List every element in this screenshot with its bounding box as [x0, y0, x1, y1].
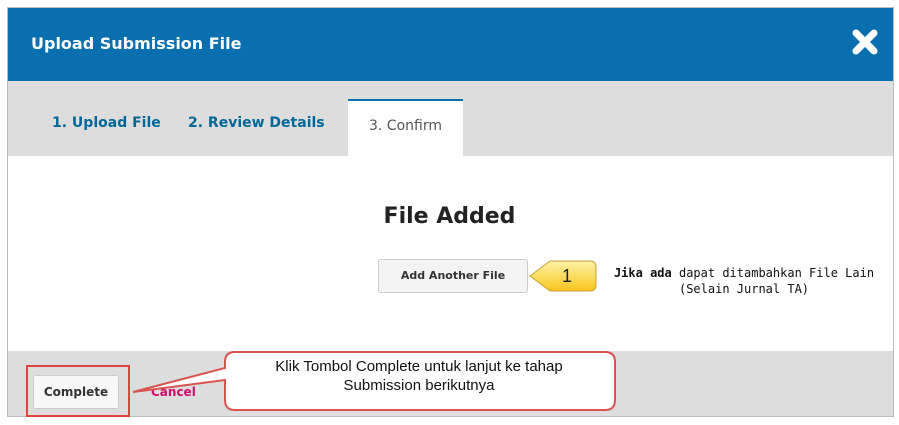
tab-review-details[interactable]: 2. Review Details	[188, 115, 325, 131]
tabs-bar: 1. Upload File 2. Review Details 3. Conf…	[8, 81, 893, 156]
annotation-note: Jika ada dapat ditambahkan File Lain (Se…	[601, 265, 887, 297]
dialog-title: Upload Submission File	[31, 34, 242, 53]
annotation-note-line2: (Selain Jurnal TA)	[678, 282, 810, 296]
annotation-note-line1: Jika ada dapat ditambahkan File Lain	[601, 265, 887, 281]
callout-bubble-text: Klik Tombol Complete untuk lanjut ke tah…	[223, 357, 615, 395]
add-another-file-button[interactable]: Add Another File	[378, 259, 528, 293]
callout-line-1: Klik Tombol Complete untuk lanjut ke tah…	[275, 358, 563, 375]
complete-button[interactable]: Complete	[33, 375, 119, 409]
callout-marker-number: 1	[562, 266, 573, 286]
tab-upload-file[interactable]: 1. Upload File	[52, 115, 161, 131]
dialog-header: Upload Submission File	[8, 8, 893, 81]
tab-confirm[interactable]: 3. Confirm	[348, 99, 463, 156]
close-x-icon[interactable]	[851, 28, 879, 56]
annotation-note-rest: dapat ditambahkan File Lain	[671, 266, 875, 280]
callout-line-2: Submission berikutnya	[343, 377, 495, 394]
page-heading: File Added	[383, 204, 516, 229]
annotation-note-bold: Jika ada	[613, 266, 672, 280]
